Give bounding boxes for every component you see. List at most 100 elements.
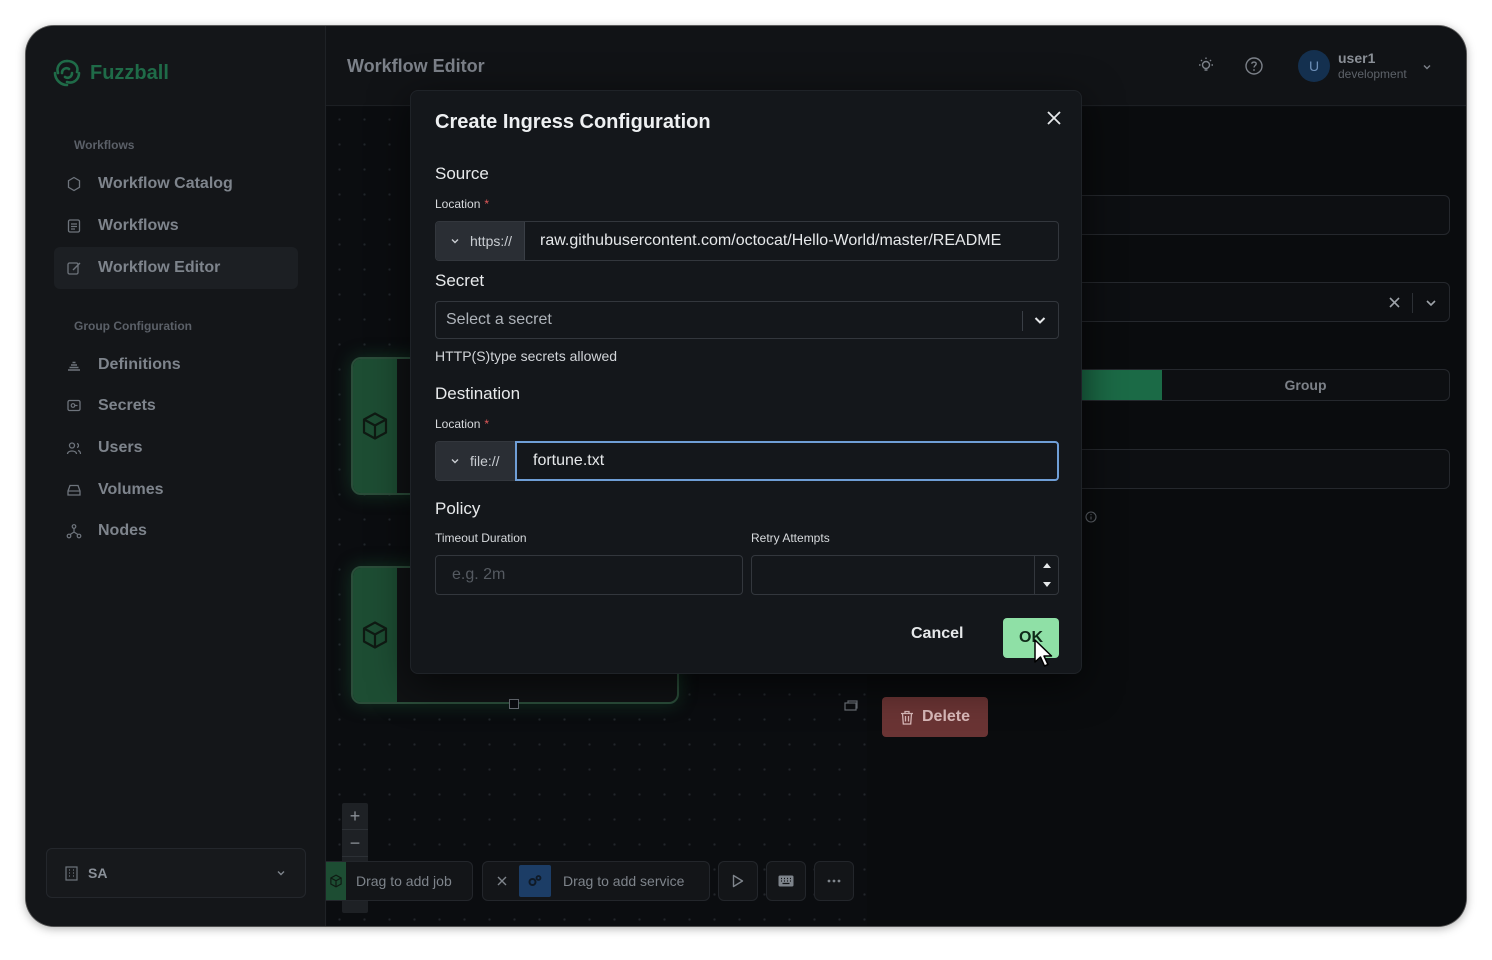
secret-hint: HTTP(S)type secrets allowed	[435, 348, 618, 364]
add-service-label: Drag to add service	[563, 873, 685, 889]
sidebar-item-label: Users	[98, 439, 143, 456]
decrement-button[interactable]	[1035, 575, 1058, 594]
lightbulb-icon[interactable]	[1196, 56, 1216, 76]
nodes-icon	[66, 524, 82, 539]
building-icon	[65, 865, 78, 881]
destination-location-label: Location *	[435, 417, 490, 431]
select-divider	[1022, 311, 1023, 331]
app-window: Fuzzball Workflows Workflow Catalog Work…	[26, 26, 1466, 926]
secret-heading: Secret	[435, 271, 485, 290]
job-swatch	[326, 862, 346, 900]
sidebar-item-label: Nodes	[98, 522, 147, 539]
zoom-out-button[interactable]: −	[342, 830, 368, 857]
delete-button[interactable]: Delete	[882, 697, 988, 737]
create-ingress-dialog: Create Ingress Configuration Source Loca…	[410, 90, 1082, 674]
source-location-label: Location *	[435, 197, 490, 211]
stack-icon	[68, 361, 80, 371]
caret-up-icon	[1042, 563, 1051, 568]
add-job-button[interactable]: Drag to add job	[326, 861, 473, 901]
destination-location-field: fortune.txt	[515, 441, 1059, 481]
sidebar-item-label: Volumes	[98, 481, 164, 498]
fuzzball-logo-icon	[53, 59, 81, 87]
scope-toggle: Group	[1066, 369, 1450, 401]
destination-heading: Destination	[435, 384, 521, 403]
sidebar-item-label: Workflows	[98, 217, 179, 234]
page-title: Workflow Editor	[347, 56, 485, 76]
text-field[interactable]	[1066, 449, 1450, 489]
job-node-band	[353, 568, 397, 702]
destination-protocol-label: file://	[470, 453, 500, 469]
label-text: Location	[435, 417, 481, 431]
info-icon[interactable]	[1085, 511, 1097, 523]
retry-label: Retry Attempts	[751, 531, 830, 545]
close-icon[interactable]	[1043, 107, 1065, 129]
secret-select[interactable]: Select a secret	[435, 301, 1059, 339]
destination-protocol-select[interactable]: file://	[436, 442, 515, 480]
section-title-group-configuration: Group Configuration	[74, 319, 192, 333]
chevron-down-icon[interactable]	[1421, 61, 1433, 73]
retry-input[interactable]	[751, 555, 1059, 595]
keyboard-icon	[778, 875, 794, 887]
chevron-down-icon[interactable]	[1424, 296, 1438, 310]
timeout-placeholder: e.g. 2m	[452, 566, 506, 583]
user-name: user1	[1338, 50, 1376, 66]
zoom-in-button[interactable]: +	[342, 803, 368, 830]
source-location-field: https:// raw.githubusercontent.com/octoc…	[435, 221, 1059, 261]
source-location-input[interactable]: raw.githubusercontent.com/octocat/Hello-…	[525, 222, 1058, 260]
sidebar-item-label: Workflow Editor	[98, 259, 221, 276]
chevron-down-icon	[277, 871, 285, 876]
select-divider	[1412, 293, 1413, 313]
chevron-down-icon	[451, 239, 459, 244]
add-service-button[interactable]: Drag to add service	[482, 861, 710, 901]
source-protocol-select[interactable]: https://	[436, 222, 526, 260]
dialog-title: Create Ingress Configuration	[435, 111, 711, 133]
key-icon	[67, 399, 81, 412]
resize-handle-icon[interactable]	[844, 700, 858, 712]
increment-button[interactable]	[1035, 556, 1058, 575]
play-icon	[732, 874, 744, 888]
help-icon[interactable]	[1244, 56, 1264, 76]
app-name: Fuzzball	[90, 61, 169, 84]
sidebar-item-workflow-editor[interactable]: Workflow Editor	[54, 247, 298, 289]
name-field[interactable]	[1066, 195, 1450, 235]
sidebar-item-nodes[interactable]: Nodes	[54, 510, 298, 552]
list-icon	[67, 219, 81, 233]
app-logo[interactable]: Fuzzball	[52, 58, 169, 88]
sidebar-item-workflow-catalog[interactable]: Workflow Catalog	[54, 163, 298, 205]
destination-location-input[interactable]: fortune.txt	[517, 443, 1057, 479]
sidebar-item-secrets[interactable]: Secrets	[54, 385, 298, 427]
label-text: Location	[435, 197, 481, 211]
source-heading: Source	[435, 164, 489, 183]
sidebar: Fuzzball Workflows Workflow Catalog Work…	[26, 26, 326, 926]
image-select[interactable]	[1066, 282, 1450, 322]
sidebar-item-workflows[interactable]: Workflows	[54, 205, 298, 247]
sidebar-item-label: Workflow Catalog	[98, 175, 233, 192]
job-node-band	[353, 359, 397, 493]
sidebar-item-users[interactable]: Users	[54, 427, 298, 469]
organization-label: SA	[88, 865, 108, 881]
mouse-cursor-icon	[1034, 639, 1053, 667]
connection-handle[interactable]	[509, 699, 519, 709]
users-icon	[66, 442, 82, 455]
sidebar-item-definitions[interactable]: Definitions	[54, 344, 298, 386]
chevron-down-icon	[451, 459, 459, 464]
cube-icon	[330, 874, 342, 888]
sidebar-item-label: Secrets	[98, 397, 156, 414]
run-button[interactable]	[718, 861, 758, 901]
keyboard-button[interactable]	[766, 861, 806, 901]
cancel-button[interactable]: Cancel	[911, 625, 963, 643]
clear-icon[interactable]	[1389, 297, 1400, 308]
toggle-group-option[interactable]: Group	[1162, 370, 1449, 400]
sidebar-item-volumes[interactable]: Volumes	[54, 469, 298, 511]
source-protocol-label: https://	[470, 233, 513, 249]
cube-icon	[362, 412, 388, 440]
retry-stepper	[1034, 556, 1058, 594]
more-button[interactable]	[814, 861, 854, 901]
chevron-down-icon	[1034, 317, 1046, 324]
timeout-input[interactable]: e.g. 2m	[435, 555, 743, 595]
avatar[interactable]: U	[1298, 50, 1330, 82]
delete-label: Delete	[921, 708, 971, 725]
organization-select[interactable]: SA	[46, 848, 306, 898]
add-job-label: Drag to add job	[356, 873, 452, 889]
secret-placeholder: Select a secret	[446, 311, 552, 328]
